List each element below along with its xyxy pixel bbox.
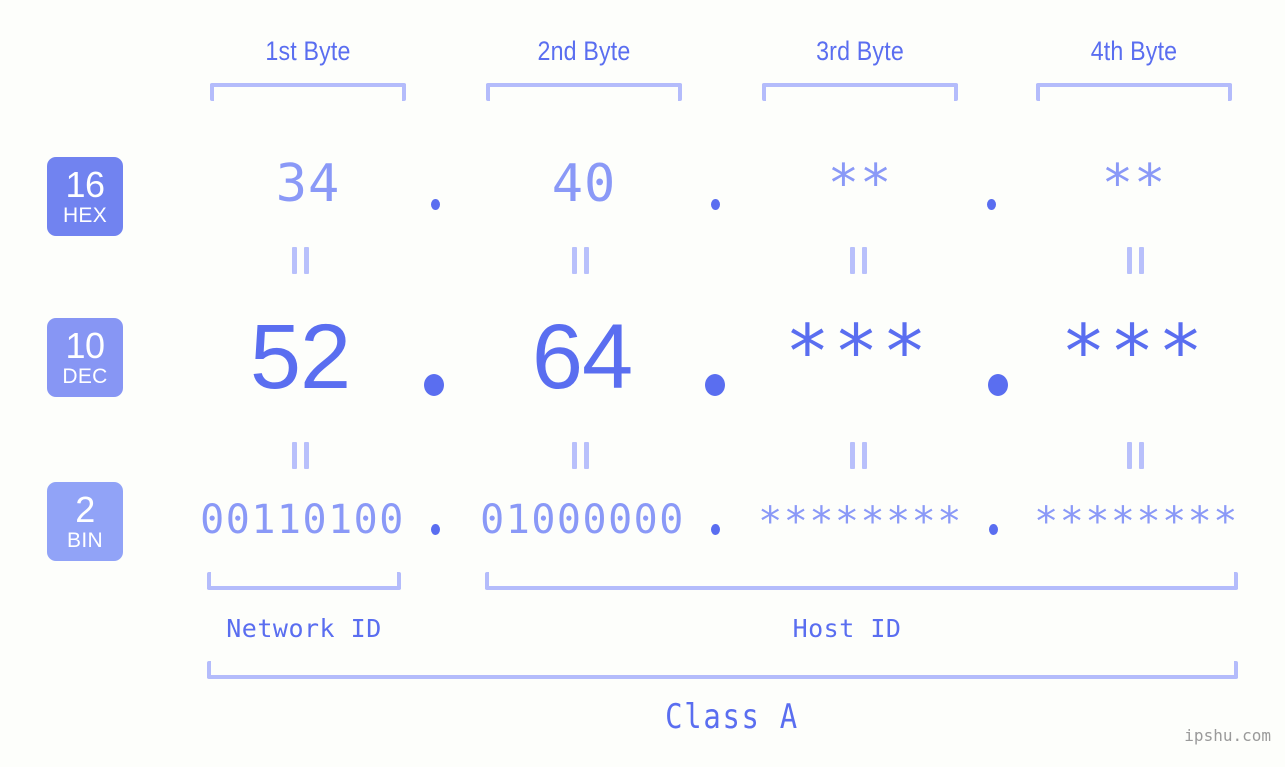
hex-dot-1 <box>431 199 440 210</box>
byte-bracket-1 <box>210 83 406 101</box>
hex-dot-2 <box>711 199 720 210</box>
dec-byte-2: 64 <box>531 306 633 408</box>
base-badge-hex-number: 16 <box>65 164 105 205</box>
bin-dot-1 <box>431 524 440 535</box>
bin-dot-3 <box>989 524 998 535</box>
network-id-label: Network ID <box>226 614 382 643</box>
host-id-label: Host ID <box>792 614 902 643</box>
equals-hex-dec-1 <box>292 247 309 274</box>
dec-dot-3 <box>988 374 1008 396</box>
base-badge-bin: 2 BIN <box>47 482 123 561</box>
base-badge-hex: 16 HEX <box>47 157 123 236</box>
equals-hex-dec-3 <box>850 247 867 274</box>
class-bracket <box>207 661 1238 679</box>
bin-byte-2: 01000000 <box>480 497 685 543</box>
equals-dec-bin-4 <box>1127 442 1144 469</box>
equals-hex-dec-4 <box>1127 247 1144 274</box>
base-badge-hex-name: HEX <box>62 204 108 227</box>
bin-byte-3: ******** <box>758 499 963 545</box>
base-badge-bin-number: 2 <box>75 489 95 530</box>
byte-header-4: 4th Byte <box>1090 36 1178 66</box>
base-badge-dec-name: DEC <box>62 365 108 388</box>
base-badge-bin-name: BIN <box>67 529 103 552</box>
base-badge-dec: 10 DEC <box>47 318 123 397</box>
dec-dot-2 <box>705 374 725 396</box>
bin-byte-1: 00110100 <box>200 497 405 543</box>
ip-breakdown-diagram: 1st Byte 2nd Byte 3rd Byte 4th Byte 16 H… <box>0 0 1285 767</box>
byte-header-1: 1st Byte <box>265 36 351 66</box>
bin-byte-4: ******** <box>1034 499 1239 545</box>
dec-byte-1: 52 <box>249 306 351 408</box>
byte-header-3: 3rd Byte <box>816 36 904 66</box>
byte-header-2: 2nd Byte <box>537 36 631 66</box>
hex-dot-3 <box>987 199 996 210</box>
byte-bracket-4 <box>1036 83 1232 101</box>
base-badge-dec-number: 10 <box>65 325 105 366</box>
equals-dec-bin-3 <box>850 442 867 469</box>
equals-dec-bin-1 <box>292 442 309 469</box>
dec-dot-1 <box>424 374 444 396</box>
hex-byte-2: 40 <box>551 154 617 214</box>
hex-byte-4: ** <box>1101 154 1167 214</box>
host-id-bracket <box>485 572 1238 590</box>
bin-dot-2 <box>711 524 720 535</box>
equals-dec-bin-2 <box>572 442 589 469</box>
site-watermark: ipshu.com <box>1184 726 1271 745</box>
dec-byte-4: *** <box>1061 309 1207 395</box>
class-label: Class A <box>665 697 799 737</box>
dec-byte-3: *** <box>785 309 931 395</box>
network-id-bracket <box>207 572 401 590</box>
hex-byte-3: ** <box>827 154 893 214</box>
byte-bracket-3 <box>762 83 958 101</box>
equals-hex-dec-2 <box>572 247 589 274</box>
hex-byte-1: 34 <box>275 154 341 214</box>
byte-bracket-2 <box>486 83 682 101</box>
